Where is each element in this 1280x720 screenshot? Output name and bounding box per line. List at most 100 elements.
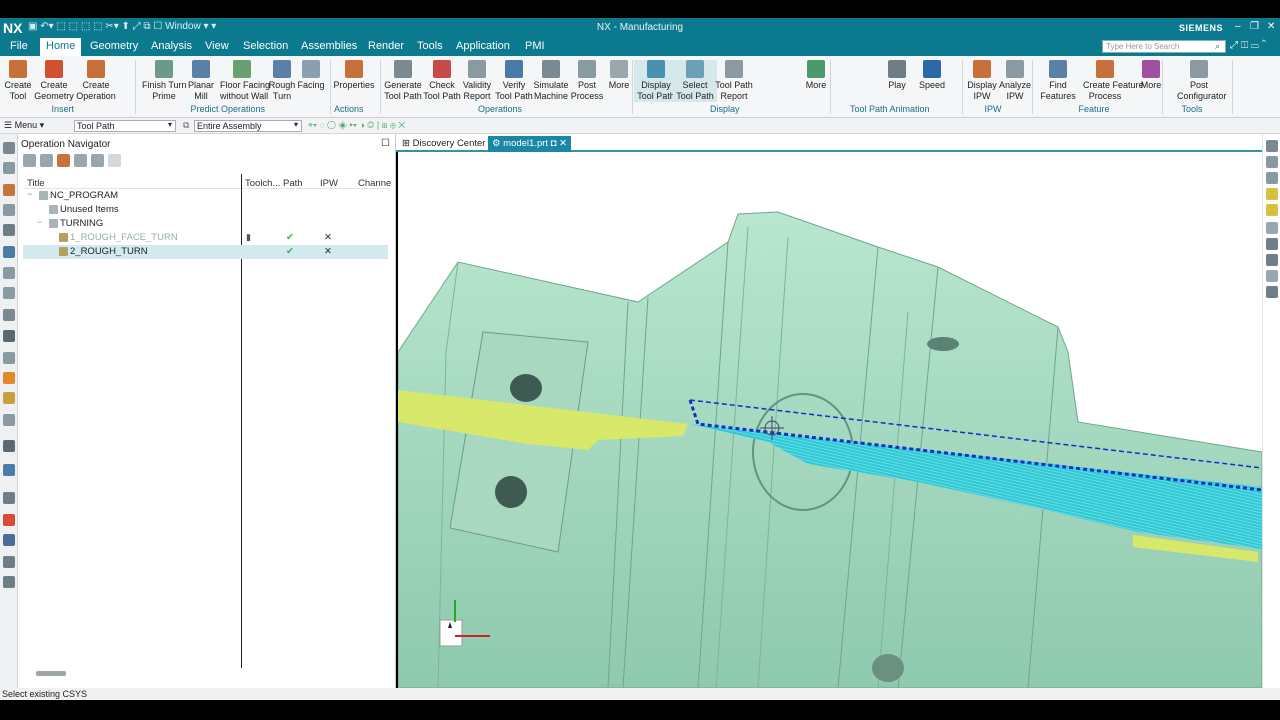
menu-tab-application[interactable]: Application	[456, 40, 510, 52]
scope-select[interactable]: Entire Assembly	[194, 120, 302, 132]
layer-icon[interactable]	[3, 204, 15, 216]
tree-row[interactable]: 2_ROUGH_TURN ✔ ✕	[23, 245, 388, 259]
ribbon-button-create-feature-process[interactable]: Create Feature Process	[1083, 60, 1144, 102]
expand-toggle-icon[interactable]: −	[27, 189, 32, 199]
ribbon-button-generate-tool-path[interactable]: Generate Tool Path	[381, 60, 425, 102]
horizontal-scrollbar[interactable]	[36, 671, 66, 676]
tool-icon[interactable]	[3, 162, 15, 174]
ribbon-group-label[interactable]: IPW	[985, 104, 1002, 114]
menu-tab-geometry[interactable]: Geometry	[90, 40, 138, 52]
column-header-title[interactable]: Title	[27, 178, 45, 189]
role-icon[interactable]	[3, 330, 15, 342]
reuse-icon[interactable]	[3, 309, 15, 321]
method-view-icon[interactable]	[74, 154, 87, 167]
menu-tab-selection[interactable]: Selection	[243, 40, 288, 52]
program-order-view-icon[interactable]	[23, 154, 36, 167]
add-icon[interactable]	[1266, 238, 1278, 250]
palette-icon[interactable]	[3, 372, 15, 384]
menu-button[interactable]: ☰ Menu ▾	[4, 120, 44, 131]
search-input[interactable]: Type Here to Search	[1102, 40, 1226, 53]
sphere-icon[interactable]	[3, 440, 15, 452]
ribbon-group-label[interactable]: Tool Path Animation	[850, 104, 930, 114]
sim-icon[interactable]	[3, 464, 15, 476]
machine-icon[interactable]	[3, 246, 15, 258]
ribbon-button-more[interactable]: More	[1129, 60, 1173, 91]
ribbon-button-create-operation[interactable]: Create Operation	[74, 60, 118, 102]
layers-icon[interactable]	[1266, 286, 1278, 298]
menu-tab-tools[interactable]: Tools	[417, 40, 443, 52]
ribbon-button-select-tool-path[interactable]: Select Tool Path	[673, 60, 717, 102]
machine-tool-view-icon[interactable]	[40, 154, 53, 167]
menu-tab-home[interactable]: Home	[40, 38, 82, 56]
ribbon-group-label[interactable]: Predict Operations	[191, 104, 266, 114]
ribbon-button-find-features[interactable]: Find Features	[1036, 60, 1080, 102]
menu-tab-pmi[interactable]: PMI	[525, 40, 545, 52]
ribbon-button-tool-path-report[interactable]: Tool Path Report	[712, 60, 756, 102]
menu-tab-view[interactable]: View	[205, 40, 229, 52]
ribbon-group-label[interactable]: Insert	[52, 104, 75, 114]
navigator-icon[interactable]	[3, 142, 15, 154]
delete-icon[interactable]	[108, 154, 121, 167]
window-controls-icon[interactable]: ⤢ ◫ ▭ ⌃	[1230, 40, 1266, 51]
clock-icon[interactable]	[3, 492, 15, 504]
shade-icon[interactable]	[1266, 222, 1278, 234]
view-icon[interactable]	[1266, 140, 1278, 152]
graphics-window[interactable]	[398, 152, 1262, 688]
ribbon-button-analyze-ipw[interactable]: Analyze IPW	[993, 60, 1037, 102]
ribbon-button-speed[interactable]: Speed	[910, 60, 954, 91]
column-header-toolch[interactable]: Toolch...	[245, 178, 280, 189]
restore-icon[interactable]: ❐	[1250, 21, 1259, 32]
close-icon[interactable]: ✕	[1267, 21, 1275, 32]
minimize-icon[interactable]: –	[1235, 21, 1241, 32]
maximize-panel-icon[interactable]: ☐	[381, 138, 390, 149]
pen-icon[interactable]	[1266, 204, 1278, 216]
eye-icon[interactable]	[1266, 156, 1278, 168]
type-filter-select[interactable]: Tool Path	[74, 120, 176, 132]
operation-icon[interactable]	[3, 224, 15, 236]
ribbon-group-label[interactable]: Feature	[1079, 104, 1110, 114]
tree-row[interactable]: Unused Items	[23, 203, 388, 217]
settings-icon[interactable]	[3, 576, 15, 588]
tree-row[interactable]: − TURNING	[23, 217, 388, 231]
highlight-icon[interactable]	[1266, 188, 1278, 200]
ribbon-button-planar-mill[interactable]: Planar Mill	[179, 60, 223, 102]
material-icon[interactable]	[3, 392, 15, 404]
ribbon-button-properties[interactable]: Properties	[332, 60, 376, 91]
menu-tab-analysis[interactable]: Analysis	[151, 40, 192, 52]
menu-tab-render[interactable]: Render	[368, 40, 404, 52]
ribbon-button-more[interactable]: More	[794, 60, 838, 91]
hide-icon[interactable]	[1266, 172, 1278, 184]
column-header-ipw[interactable]: IPW	[320, 178, 338, 189]
column-header-path[interactable]: Path	[283, 178, 303, 189]
ribbon-group-label[interactable]: Operations	[478, 104, 522, 114]
history-icon[interactable]	[3, 287, 15, 299]
kinematics-icon[interactable]	[3, 534, 15, 546]
column-header-channe[interactable]: Channe	[358, 178, 391, 189]
ribbon-button-facing[interactable]: Facing	[289, 60, 333, 91]
ribbon-group-label[interactable]: Actions	[334, 104, 364, 114]
network-icon[interactable]	[1266, 254, 1278, 266]
ribbon-button-post-configurator[interactable]: Post Configurator	[1177, 60, 1227, 102]
part-model[interactable]	[398, 152, 1262, 688]
ribbon-button-floor-facing-without-wall[interactable]: Floor Facing without Wall	[220, 60, 270, 102]
tab-model1[interactable]: ⚙ model1.prt ◘ ✕	[488, 136, 572, 152]
feature-icon[interactable]	[3, 267, 15, 279]
search-icon[interactable]: ⌕	[1215, 41, 1220, 52]
target-icon[interactable]	[1266, 270, 1278, 282]
ribbon-button-display-tool-path[interactable]: Display Tool Path	[634, 60, 678, 102]
chevron-down-icon[interactable]: ▾	[294, 120, 298, 129]
menu-tab-file[interactable]: File	[10, 40, 28, 52]
menu-tab-assemblies[interactable]: Assemblies	[301, 40, 357, 52]
web-icon[interactable]	[3, 352, 15, 364]
tab-discovery-center[interactable]: ⊞ Discovery Center	[398, 136, 489, 152]
analysis-icon[interactable]	[3, 514, 15, 526]
ribbon-group-label[interactable]: Tools	[1182, 104, 1203, 114]
expand-toggle-icon[interactable]: −	[37, 217, 42, 227]
ribbon-group-label[interactable]: Display	[710, 104, 740, 114]
feature-view-icon[interactable]	[91, 154, 104, 167]
ribbon-button-create-geometry[interactable]: Create Geometry	[32, 60, 76, 102]
chevron-down-icon[interactable]: ▾	[168, 120, 172, 129]
tree-row[interactable]: 1_ROUGH_FACE_TURN ▮ ✔ ✕	[23, 231, 388, 245]
part-icon[interactable]	[3, 184, 15, 196]
geometry-view-icon[interactable]	[57, 154, 70, 167]
